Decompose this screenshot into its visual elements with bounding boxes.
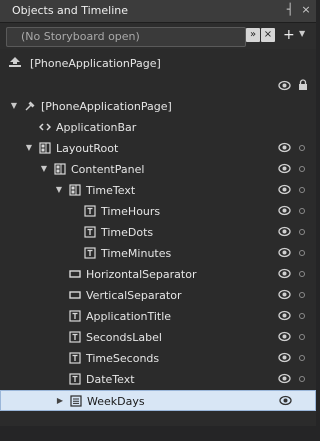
tree-row[interactable]: SecondsLabel — [0, 327, 316, 348]
lock-toggle-dot[interactable] — [299, 208, 305, 214]
tree-row[interactable]: TimeSeconds — [0, 348, 316, 369]
lock-toggle-dot[interactable] — [299, 145, 305, 151]
scope-row: [PhoneApplicationPage] — [0, 52, 316, 74]
collapse-triangle-icon[interactable]: ▼ — [40, 165, 48, 173]
grid-icon — [69, 184, 81, 196]
visibility-eye-icon[interactable] — [279, 395, 292, 406]
tree-row[interactable]: TimeHours — [0, 201, 316, 222]
textblock-icon — [69, 331, 81, 343]
lock-toggle-dot[interactable] — [299, 250, 305, 256]
lock-toggle-dot[interactable] — [299, 355, 305, 361]
tree-row[interactable]: ▼ TimeText — [0, 180, 316, 201]
pin-icon — [25, 101, 35, 111]
tree-item-label: SecondsLabel — [86, 331, 162, 344]
close-storyboard-button[interactable]: × — [261, 28, 275, 42]
tree-item-label: TimeText — [86, 184, 136, 197]
column-header — [0, 78, 316, 94]
textblock-icon — [84, 205, 96, 217]
scope-up-icon[interactable] — [8, 55, 22, 69]
lock-toggle-dot[interactable] — [299, 292, 305, 298]
expand-storyboard-button[interactable]: » — [246, 28, 260, 42]
collapse-triangle-icon[interactable]: ▼ — [55, 186, 63, 194]
visibility-eye-icon[interactable] — [278, 142, 291, 153]
lock-toggle-dot[interactable] — [299, 313, 305, 319]
visibility-eye-icon[interactable] — [278, 289, 291, 300]
panel-title: Objects and Timeline — [12, 4, 129, 17]
listbox-icon — [70, 395, 82, 407]
tree-item-label: TimeSeconds — [86, 352, 160, 365]
tree-item-label: VerticalSeparator — [86, 289, 182, 302]
add-storyboard-button[interactable]: + — [283, 27, 295, 43]
visibility-eye-icon[interactable] — [278, 205, 291, 216]
tree-item-label: TimeHours — [101, 205, 161, 218]
scope-label: [PhoneApplicationPage] — [30, 57, 161, 70]
lock-toggle-dot[interactable] — [299, 229, 305, 235]
lock-toggle-dot[interactable] — [299, 271, 305, 277]
tree-row[interactable]: ▼ [PhoneApplicationPage] — [0, 96, 316, 117]
tree-item-label: ApplicationTitle — [86, 310, 172, 323]
collapse-triangle-icon[interactable]: ▼ — [25, 144, 33, 152]
tree-item-label: LayoutRoot — [56, 142, 119, 155]
textblock-icon — [69, 373, 81, 385]
storyboard-placeholder: (No Storyboard open) — [21, 30, 140, 43]
code-brackets-icon — [39, 123, 51, 131]
lock-toggle-dot[interactable] — [299, 187, 305, 193]
collapse-triangle-icon[interactable]: ▼ — [10, 102, 18, 110]
tree-item-label: ContentPanel — [71, 163, 145, 176]
textblock-icon — [84, 247, 96, 259]
tree-item-label: TimeDots — [101, 226, 154, 239]
storyboard-bar: (No Storyboard open) » × + ▼ — [0, 23, 316, 49]
visibility-eye-icon[interactable] — [278, 268, 291, 279]
tree-item-label: DateText — [86, 373, 135, 386]
tree-item-label: WeekDays — [87, 395, 145, 408]
lock-column-icon[interactable] — [298, 79, 308, 91]
visibility-eye-icon[interactable] — [278, 310, 291, 321]
lock-toggle-dot[interactable] — [299, 334, 305, 340]
tree-item-label: HorizontalSeparator — [86, 268, 197, 281]
rectangle-icon — [69, 270, 81, 278]
object-tree: ▼ [PhoneApplicationPage] ApplicationBar ▼ La… — [0, 96, 316, 426]
tree-row[interactable]: DateText — [0, 369, 316, 390]
tree-item-label: [PhoneApplicationPage] — [41, 100, 172, 113]
close-icon[interactable]: × — [299, 3, 313, 17]
visibility-eye-icon[interactable] — [278, 163, 291, 174]
textblock-icon — [69, 352, 81, 364]
grid-icon — [39, 142, 51, 154]
visibility-eye-icon[interactable] — [278, 373, 291, 384]
expand-triangle-icon[interactable]: ▶ — [56, 397, 64, 405]
textblock-icon — [84, 226, 96, 238]
visibility-eye-icon[interactable] — [278, 331, 291, 342]
lock-toggle-dot[interactable] — [299, 376, 305, 382]
visibility-eye-icon[interactable] — [278, 226, 291, 237]
rectangle-icon — [69, 291, 81, 299]
visibility-eye-icon[interactable] — [278, 184, 291, 195]
storyboard-dropdown-icon[interactable]: ▼ — [299, 29, 305, 38]
tree-row[interactable]: ▼ LayoutRoot — [0, 138, 316, 159]
eye-column-icon[interactable] — [278, 80, 291, 91]
tree-row[interactable]: TimeMinutes — [0, 243, 316, 264]
visibility-eye-icon[interactable] — [278, 352, 291, 363]
tree-row[interactable]: VerticalSeparator — [0, 285, 316, 306]
tree-item-label: TimeMinutes — [101, 247, 172, 260]
visibility-eye-icon[interactable] — [278, 247, 291, 258]
tree-row[interactable]: HorizontalSeparator — [0, 264, 316, 285]
tree-row[interactable]: TimeDots — [0, 222, 316, 243]
tree-item-label: ApplicationBar — [56, 121, 137, 134]
tree-row[interactable]: ▼ ContentPanel — [0, 159, 316, 180]
tree-row[interactable]: ApplicationTitle — [0, 306, 316, 327]
storyboard-picker[interactable]: (No Storyboard open) — [6, 27, 246, 47]
lock-toggle-dot[interactable] — [299, 166, 305, 172]
objects-and-timeline-panel: Objects and Timeline ┤ × (No Storyboard … — [0, 0, 316, 441]
panel-titlebar: Objects and Timeline ┤ × — [0, 0, 316, 23]
tree-row[interactable]: ▶ WeekDays — [0, 390, 316, 411]
panel-bottom-strip — [0, 426, 316, 441]
grid-icon — [54, 163, 66, 175]
textblock-icon — [69, 310, 81, 322]
pin-icon[interactable]: ┤ — [283, 3, 297, 17]
tree-row[interactable]: ApplicationBar — [0, 117, 316, 138]
